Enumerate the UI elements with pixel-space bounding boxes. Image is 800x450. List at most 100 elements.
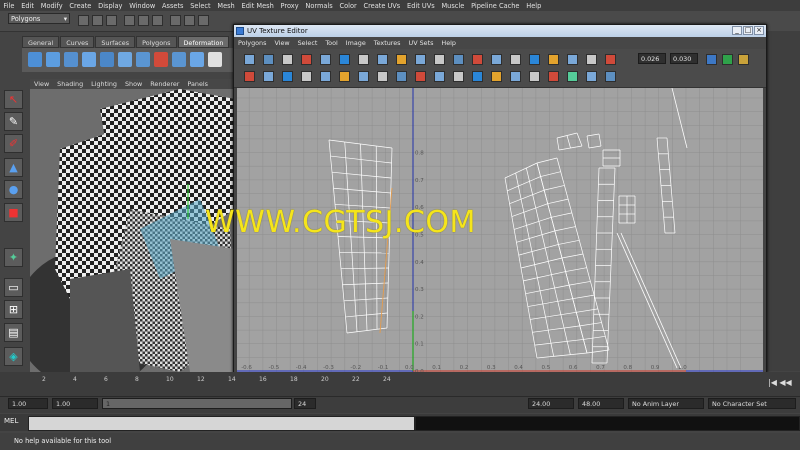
menu-edit-mesh[interactable]: Edit Mesh bbox=[238, 2, 277, 10]
menu-select[interactable]: Select bbox=[187, 2, 214, 10]
menu-edit[interactable]: Edit bbox=[18, 2, 38, 10]
range-slider[interactable]: 1 bbox=[102, 398, 292, 409]
sew-uv-icon[interactable] bbox=[415, 54, 426, 65]
move-tool-icon[interactable]: ▲ bbox=[4, 158, 23, 177]
uv-select-icon[interactable] bbox=[510, 71, 521, 82]
checker-icon[interactable] bbox=[453, 71, 464, 82]
align-u-icon[interactable] bbox=[377, 71, 388, 82]
menu-window[interactable]: Window bbox=[126, 2, 159, 10]
select-component-icon[interactable] bbox=[152, 15, 163, 26]
playback-controls[interactable]: |◀ ◀◀ bbox=[768, 378, 792, 387]
uv-menu-tool[interactable]: Tool bbox=[321, 39, 341, 47]
anim-layer-dropdown[interactable]: No Anim Layer bbox=[628, 398, 704, 409]
viewport-menu-lighting[interactable]: Lighting bbox=[87, 79, 121, 89]
snapshot-icon[interactable] bbox=[434, 71, 445, 82]
v-value-field[interactable]: 0.030 bbox=[670, 53, 698, 64]
open-scene-icon[interactable] bbox=[92, 15, 103, 26]
menu-muscle[interactable]: Muscle bbox=[438, 2, 468, 10]
uv-menu-uv-sets[interactable]: UV Sets bbox=[405, 39, 438, 47]
new-scene-icon[interactable] bbox=[78, 15, 89, 26]
layout-uv-icon[interactable] bbox=[453, 54, 464, 65]
poly-plane-icon[interactable] bbox=[100, 52, 114, 67]
viewport-menu-renderer[interactable]: Renderer bbox=[146, 79, 183, 89]
snap-point-icon[interactable] bbox=[198, 15, 209, 26]
shelf-tab-surfaces[interactable]: Surfaces bbox=[95, 36, 136, 48]
end-time-field[interactable]: 24.00 bbox=[528, 398, 574, 409]
uv-rotate-icon[interactable] bbox=[282, 54, 293, 65]
character-set-dropdown[interactable]: No Character Set bbox=[708, 398, 796, 409]
sew-uv-icon[interactable] bbox=[282, 71, 293, 82]
menu-display[interactable]: Display bbox=[95, 2, 126, 10]
shelf-tab-polygons[interactable]: Polygons bbox=[136, 36, 177, 48]
menu-proxy[interactable]: Proxy bbox=[277, 2, 302, 10]
bevel-icon[interactable] bbox=[172, 52, 186, 67]
menu-create-uvs[interactable]: Create UVs bbox=[360, 2, 404, 10]
menu-assets[interactable]: Assets bbox=[159, 2, 187, 10]
poly-cylinder-icon[interactable] bbox=[64, 52, 78, 67]
menu-create[interactable]: Create bbox=[66, 2, 95, 10]
shelf-tab-deformation[interactable]: Deformation bbox=[177, 36, 230, 48]
uv-menu-polygons[interactable]: Polygons bbox=[234, 39, 270, 47]
align-u-icon[interactable] bbox=[510, 54, 521, 65]
uv-move-icon[interactable] bbox=[263, 54, 274, 65]
mode-selector[interactable]: Polygons bbox=[8, 13, 70, 25]
layout-uv-icon[interactable] bbox=[320, 71, 331, 82]
uv-move-icon[interactable] bbox=[529, 71, 540, 82]
shelf-tab-general[interactable]: General bbox=[22, 36, 60, 48]
snapshot-icon[interactable] bbox=[567, 54, 578, 65]
layout-four-icon[interactable]: ⊞ bbox=[4, 300, 23, 319]
mel-label[interactable]: MEL bbox=[4, 417, 18, 425]
rotate-cw-icon[interactable] bbox=[358, 54, 369, 65]
cut-uv-icon[interactable] bbox=[396, 54, 407, 65]
display-image-icon[interactable] bbox=[472, 71, 483, 82]
uv-menu-image[interactable]: Image bbox=[342, 39, 370, 47]
unfold-icon[interactable] bbox=[472, 54, 483, 65]
toggle-texture-icon[interactable] bbox=[722, 54, 733, 65]
align-v-icon[interactable] bbox=[396, 71, 407, 82]
snap-curve-icon[interactable] bbox=[184, 15, 195, 26]
relax-icon[interactable] bbox=[491, 54, 502, 65]
uv-select-icon[interactable] bbox=[244, 54, 255, 65]
rotate-ccw-icon[interactable] bbox=[244, 71, 255, 82]
manipulator-icon[interactable]: ✦ bbox=[4, 248, 23, 267]
playback-end-field[interactable]: 48.00 bbox=[578, 398, 624, 409]
u-value-field[interactable]: 0.026 bbox=[638, 53, 666, 64]
menu-help[interactable]: Help bbox=[523, 2, 545, 10]
split-poly-icon[interactable] bbox=[208, 52, 222, 67]
save-scene-icon[interactable] bbox=[106, 15, 117, 26]
uv-editor-viewport[interactable]: -0.6 -0.5 -0.4 -0.3 -0.2 -0.1 0.0 0.1 0.2 0.3 0.4 0… bbox=[237, 88, 763, 402]
lasso-tool-icon[interactable]: ✎ bbox=[4, 112, 23, 131]
menu-normals[interactable]: Normals bbox=[302, 2, 336, 10]
menu-file[interactable]: File bbox=[0, 2, 18, 10]
move-sew-icon[interactable] bbox=[301, 71, 312, 82]
isolate-icon[interactable] bbox=[491, 71, 502, 82]
flip-u-icon[interactable] bbox=[320, 54, 331, 65]
menu-color[interactable]: Color bbox=[336, 2, 360, 10]
unfold-icon[interactable] bbox=[339, 71, 350, 82]
uv-menu-textures[interactable]: Textures bbox=[370, 39, 405, 47]
start-time-field[interactable]: 1.00 bbox=[8, 398, 48, 409]
uv-menu-help[interactable]: Help bbox=[437, 39, 460, 47]
range-end-field[interactable]: 24 bbox=[294, 398, 316, 409]
time-slider[interactable] bbox=[0, 372, 800, 396]
menu-mesh[interactable]: Mesh bbox=[214, 2, 238, 10]
viewport-menu-panels[interactable]: Panels bbox=[183, 79, 212, 89]
display-image-icon[interactable] bbox=[605, 54, 616, 65]
viewport-menu-shading[interactable]: Shading bbox=[53, 79, 87, 89]
maximize-button[interactable]: □ bbox=[743, 26, 753, 35]
flip-v-icon[interactable] bbox=[339, 54, 350, 65]
align-v-icon[interactable] bbox=[529, 54, 540, 65]
flip-v-icon[interactable] bbox=[605, 71, 616, 82]
uv-rotate-icon[interactable] bbox=[548, 71, 559, 82]
playback-start-field[interactable]: 1.00 bbox=[52, 398, 98, 409]
close-button[interactable]: × bbox=[754, 26, 764, 35]
refresh-icon[interactable] bbox=[706, 54, 717, 65]
menu-modify[interactable]: Modify bbox=[37, 2, 66, 10]
poly-torus-icon[interactable] bbox=[118, 52, 132, 67]
select-tool-icon[interactable]: ↖ bbox=[4, 90, 23, 109]
cut-uv-icon[interactable] bbox=[263, 71, 274, 82]
grid-uv-icon[interactable] bbox=[548, 54, 559, 65]
poly-cone-icon[interactable] bbox=[82, 52, 96, 67]
select-hierarchy-icon[interactable] bbox=[124, 15, 135, 26]
bridge-icon[interactable] bbox=[190, 52, 204, 67]
